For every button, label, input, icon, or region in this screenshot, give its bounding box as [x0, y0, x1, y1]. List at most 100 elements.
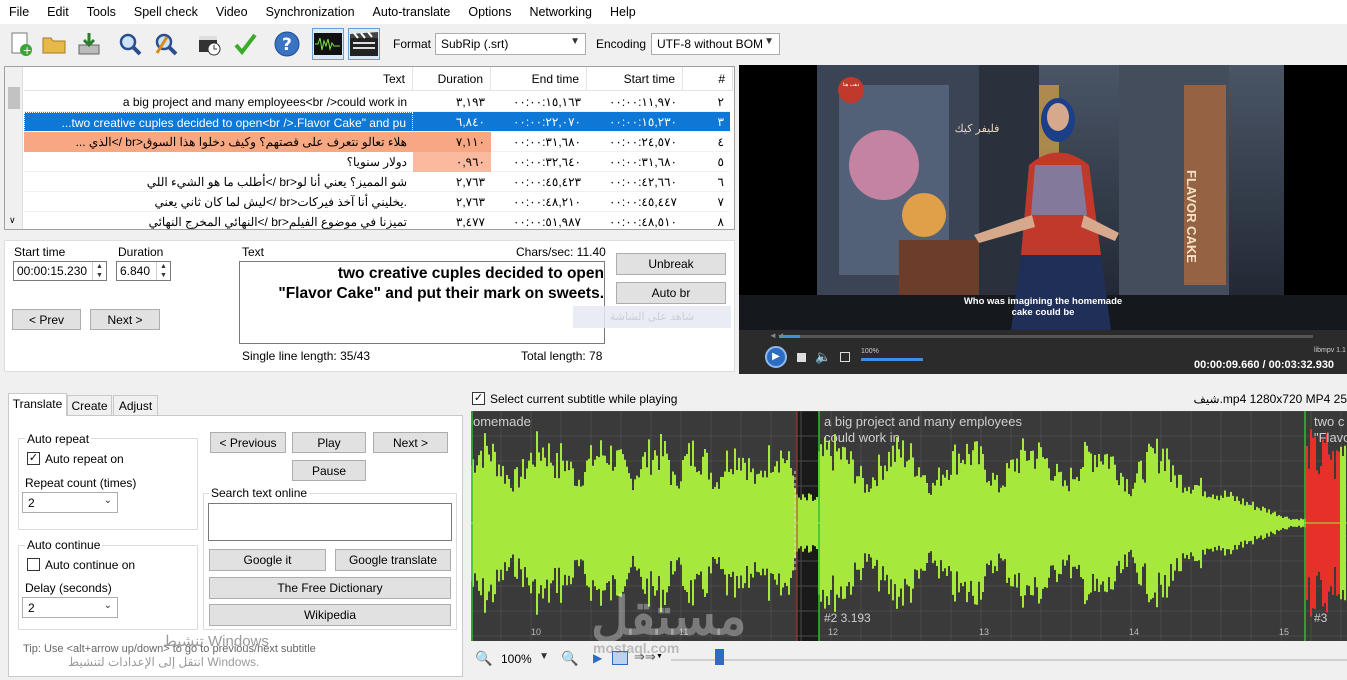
chevron-down-icon: ⌄ [103, 495, 112, 506]
video-file-info: شيف.mp4 1280x720 MP4 25 [1193, 392, 1347, 406]
previous-button[interactable]: < Previous [210, 432, 286, 453]
menu-video[interactable]: Video [207, 5, 257, 19]
help-icon[interactable]: ? [271, 28, 303, 60]
start-time-input[interactable]: 00:00:15.230 ▲ ▼ [13, 261, 107, 281]
table-row[interactable]: ٥ ٠٠:٠٠:٣١,٦٨٠ ٠٠:٠٠:٣٢,٦٤٠ ٠,٩٦٠ دولار سنوي… [24, 152, 730, 172]
column-header-duration[interactable]: Duration [413, 67, 491, 91]
chevron-down-icon: ▼ [764, 36, 774, 47]
video-toggle-icon[interactable] [348, 28, 380, 60]
tab-adjust[interactable]: Adjust [113, 395, 158, 416]
table-row[interactable]: ٢ ٠٠:٠٠:١١,٩٧٠ ٠٠:٠٠:١٥,١٦٣ ٣,١٩٣ a big proj… [24, 92, 730, 112]
waveform-position-slider[interactable] [671, 649, 1347, 665]
cell-num: ٦ [717, 175, 724, 189]
cell-start: ٠٠:٠٠:٢٤,٥٧٠ [608, 135, 677, 149]
fullscreen-icon[interactable] [840, 352, 850, 362]
column-header-end-time[interactable]: End time [491, 67, 587, 91]
volume-slider[interactable] [861, 358, 923, 361]
download-save-icon[interactable] [73, 28, 105, 60]
audio-waveform[interactable]: omemade a big project and many employees… [471, 411, 1347, 641]
menu-synchronization[interactable]: Synchronization [257, 5, 364, 19]
menu-options[interactable]: Options [459, 5, 520, 19]
menu-file[interactable]: File [0, 5, 38, 19]
format-value: SubRip (.srt) [441, 37, 509, 51]
replace-icon[interactable] [150, 28, 182, 60]
open-folder-icon[interactable] [38, 28, 70, 60]
tab-create[interactable]: Create [67, 395, 112, 416]
repeat-count-value: 2 [28, 496, 35, 510]
auto-br-button[interactable]: Auto br [616, 282, 726, 304]
shop-sign-arabic: فليفر كيك [954, 123, 1000, 135]
table-row[interactable]: ٤ ٠٠:٠٠:٢٤,٥٧٠ ٠٠:٠٠:٣١,٦٨٠ ٧,١١٠ هلاء تعالو… [24, 132, 730, 152]
encoding-label: Encoding [596, 37, 647, 51]
slider-thumb[interactable] [715, 649, 724, 665]
cell-end: ٠٠:٠٠:٥١,٩٨٧ [512, 215, 581, 229]
column-header-text[interactable]: Text [24, 67, 413, 91]
menu-edit[interactable]: Edit [38, 5, 78, 19]
search-text-input[interactable] [208, 503, 452, 541]
tab-translate[interactable]: Translate [8, 393, 67, 416]
find-icon[interactable] [114, 28, 146, 60]
video-frame-image [739, 65, 1347, 330]
visual-sync-icon[interactable] [193, 28, 225, 60]
delay-select[interactable]: 2 ⌄ [22, 597, 118, 618]
volume-icon[interactable]: 🔈 [815, 349, 831, 365]
zoom-select[interactable]: 100% ▼ [496, 649, 554, 669]
spin-arrows-icon[interactable]: ▲ ▼ [92, 262, 106, 280]
table-row[interactable]: ٦ ٠٠:٠٠:٤٢,٦٦٠ ٠٠:٠٠:٤٥,٤٢٣ ٢,٧٦٣ شو المميز؟… [24, 172, 730, 192]
video-player[interactable]: ذهب هنا فليفر كيك FLAVOR CAKE Who was im… [739, 65, 1347, 330]
format-select[interactable]: SubRip (.srt) ▼ [435, 33, 586, 55]
new-file-icon[interactable]: + [4, 28, 36, 60]
windows-activation-title: تنشيط Windows [163, 633, 269, 650]
cell-text: دولار سنويا؟ [346, 155, 407, 169]
wikipedia-button[interactable]: Wikipedia [209, 604, 451, 626]
column-header-number[interactable]: # [683, 67, 733, 91]
zoom-out-icon[interactable]: 🔍 [475, 650, 492, 667]
menu-spell-check[interactable]: Spell check [125, 5, 207, 19]
subtitle-text-editor[interactable]: two creative cuples decided to open "Fla… [239, 261, 605, 344]
free-dictionary-button[interactable]: The Free Dictionary [209, 577, 451, 599]
table-row[interactable]: ٣ ٠٠:٠٠:١٥,٢٣٠ ٠٠:٠٠:٢٢,٠٧٠ ٦,٨٤٠ two creati… [24, 112, 730, 132]
seek-bar[interactable] [779, 335, 1313, 338]
spell-check-icon[interactable] [229, 28, 261, 60]
scroll-down-icon[interactable]: ∨ [9, 215, 16, 226]
stop-icon[interactable] [797, 353, 806, 362]
duration-input[interactable]: 6.840 ▲ ▼ [116, 261, 171, 281]
time-tick: 10 [531, 627, 542, 637]
prev-button[interactable]: < Prev [12, 309, 81, 330]
table-row[interactable]: ٨ ٠٠:٠٠:٤٨,٥١٠ ٠٠:٠٠:٥١,٩٨٧ ٣,٤٧٧ تميزنا في … [24, 212, 730, 229]
menu-networking[interactable]: Networking [520, 5, 601, 19]
select-current-checkbox[interactable]: ✓ [472, 392, 485, 405]
waveform-toggle-icon[interactable] [312, 28, 344, 60]
format-label: Format [393, 37, 432, 51]
zoom-in-icon[interactable]: 🔍 [561, 650, 578, 667]
auto-repeat-checkbox[interactable]: ✓ [27, 452, 40, 465]
next-subtitle-button[interactable]: Next > [373, 432, 448, 453]
repeat-count-select[interactable]: 2 ⌄ [22, 492, 118, 513]
google-translate-button[interactable]: Google translate [335, 549, 451, 571]
auto-continue-checkbox[interactable] [27, 558, 40, 571]
repeat-count-label: Repeat count (times) [25, 476, 137, 490]
menu-help[interactable]: Help [601, 5, 645, 19]
start-time-value: 00:00:15.230 [17, 264, 88, 278]
subtitle-list[interactable]: Text Duration End time Start time # ٢ ٠٠:… [4, 66, 735, 230]
table-row[interactable]: ٧ ٠٠:٠٠:٤٥,٤٤٧ ٠٠:٠٠:٤٨,٢١٠ ٢,٧٦٣ .يخليني أن… [24, 192, 730, 212]
play-icon[interactable]: ▶ [765, 346, 787, 368]
next-button[interactable]: Next > [90, 309, 160, 330]
menu-bar: File Edit Tools Spell check Video Synchroniza… [0, 0, 1347, 24]
volume-level: 100% [861, 348, 879, 355]
cell-text: شو المميز؟ يعني أنا لو<br />أطلب ما هو ا… [146, 175, 407, 189]
scrollbar-thumb[interactable] [8, 87, 20, 109]
unbreak-button[interactable]: Unbreak [616, 253, 726, 275]
cell-end: ٠٠:٠٠:٣١,٦٨٠ [512, 135, 581, 149]
menu-auto-translate[interactable]: Auto-translate [364, 5, 460, 19]
encoding-select[interactable]: UTF-8 without BOM ▼ [651, 33, 780, 55]
play-button[interactable]: Play [292, 432, 366, 453]
pause-button[interactable]: Pause [292, 460, 366, 481]
menu-tools[interactable]: Tools [78, 5, 125, 19]
spin-arrows-icon[interactable]: ▲ ▼ [156, 262, 170, 280]
google-it-button[interactable]: Google it [209, 549, 326, 571]
column-header-start-time[interactable]: Start time [587, 67, 683, 91]
vertical-scrollbar[interactable]: ∨ [5, 67, 23, 229]
auto-continue-on-label: Auto continue on [45, 558, 136, 572]
time-tick: 13 [979, 627, 990, 637]
